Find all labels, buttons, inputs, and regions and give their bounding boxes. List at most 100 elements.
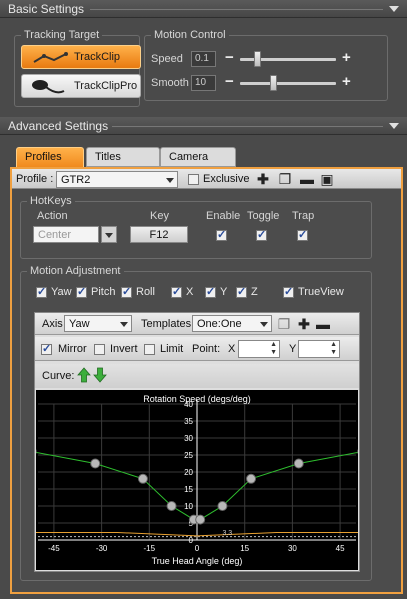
advanced-settings-title: Advanced Settings xyxy=(8,119,109,133)
add-template-icon[interactable]: ✚ xyxy=(297,317,311,331)
curve-label: Curve: xyxy=(42,370,75,382)
smooth-value[interactable]: 10 xyxy=(191,75,216,91)
speed-label: Speed xyxy=(151,53,183,65)
point-x-label: X xyxy=(228,343,236,355)
axis-checkbox-label: Roll xyxy=(136,286,155,298)
trackclip-icon xyxy=(33,52,68,63)
key-header: Key xyxy=(150,210,169,222)
point-label: Point: xyxy=(192,343,221,355)
y-tick-label: 35 xyxy=(184,417,193,426)
copy-template-icon[interactable]: ❐ xyxy=(277,317,291,331)
axis-checkbox-label: Yaw xyxy=(51,286,72,298)
basic-settings-header[interactable]: Basic Settings xyxy=(0,0,407,18)
tab-profiles[interactable]: Profiles xyxy=(16,147,84,167)
smooth-slider-thumb[interactable] xyxy=(269,75,277,91)
y-tick-label: 30 xyxy=(184,434,193,443)
spinner-icon[interactable]: ▲ ▼ xyxy=(330,341,337,357)
curve-chart-svg[interactable]: -45-30-1501530450510152025303540Rotation… xyxy=(26,390,368,570)
hotkeys-label: HotKeys xyxy=(27,195,75,207)
curve-point xyxy=(217,501,228,511)
axis-checkbox-label: X xyxy=(186,286,194,298)
axis-checkbox-y[interactable] xyxy=(205,285,216,298)
enable-header: Enable xyxy=(206,210,241,222)
trackclip-button[interactable]: TrackClip xyxy=(21,45,141,69)
invert-label: Invert xyxy=(110,343,138,355)
axis-checkbox-label: Y xyxy=(220,286,228,298)
advanced-settings-header[interactable]: Advanced Settings xyxy=(0,117,407,135)
y-tick-label: 10 xyxy=(184,502,193,511)
limit-checkbox[interactable] xyxy=(144,344,155,355)
enable-checkbox[interactable] xyxy=(216,228,227,241)
motion-adjustment-label: Motion Adjustment xyxy=(27,265,124,277)
tab-titles-label: Titles xyxy=(95,151,121,163)
exclusive-checkbox[interactable] xyxy=(188,174,199,185)
curve-chart[interactable]: -45-30-1501530450510152025303540Rotation… xyxy=(26,390,368,570)
mirror-label: Mirror xyxy=(58,343,87,355)
speed-value[interactable]: 0.1 xyxy=(191,51,216,67)
x-tick-label: -30 xyxy=(96,544,108,553)
copy-profile-icon[interactable]: ❐ xyxy=(278,172,292,186)
y-tick-label: 15 xyxy=(184,485,193,494)
templates-select[interactable]: One:One xyxy=(192,315,272,332)
action-dropdown-button[interactable] xyxy=(101,226,117,243)
axis-checkbox-roll[interactable] xyxy=(121,285,132,298)
curve-point xyxy=(137,473,148,484)
x-tick-label: 15 xyxy=(240,544,249,553)
basic-settings-title: Basic Settings xyxy=(8,2,85,16)
axis-checkbox-pitch[interactable] xyxy=(76,285,87,298)
collapse-icon[interactable] xyxy=(389,6,399,12)
chart-title: Rotation Speed (degs/deg) xyxy=(143,394,251,404)
profile-select[interactable]: GTR2 xyxy=(56,171,178,188)
axis-checkbox-yaw[interactable] xyxy=(36,285,47,298)
trackclippro-label: TrackClipPro xyxy=(74,80,138,92)
exclusive-label: Exclusive xyxy=(203,173,250,185)
axis-checkbox-z[interactable] xyxy=(236,285,247,298)
axis-select-value: Yaw xyxy=(69,318,90,330)
axis-checkbox-label: TrueView xyxy=(298,286,344,298)
trackclippro-button[interactable]: TrackClipPro xyxy=(21,74,141,98)
tracking-target-label: Tracking Target xyxy=(21,29,103,41)
save-profile-icon[interactable]: ▣ xyxy=(320,172,334,186)
curve-point xyxy=(166,501,177,511)
speed-minus-icon[interactable]: − xyxy=(225,50,234,65)
action-select[interactable]: Center xyxy=(33,226,99,243)
axis-select[interactable]: Yaw xyxy=(64,315,132,332)
tab-titles[interactable]: Titles xyxy=(86,147,160,167)
chevron-down-icon xyxy=(120,322,128,327)
key-capture-button[interactable]: F12 xyxy=(130,226,188,243)
axis-checkbox-label: Pitch xyxy=(91,286,116,298)
smooth-slider[interactable] xyxy=(240,82,336,85)
chevron-down-icon xyxy=(166,178,174,183)
remove-template-icon[interactable]: ▬ xyxy=(316,317,330,331)
axis-checkbox-trueview[interactable] xyxy=(283,285,294,298)
motion-control-group: Motion Control xyxy=(144,29,388,101)
axis-label: Axis xyxy=(42,318,63,330)
add-profile-icon[interactable]: ✚ xyxy=(256,172,270,186)
trap-header: Trap xyxy=(292,210,315,222)
toggle-header: Toggle xyxy=(247,210,280,222)
tab-camera[interactable]: Camera xyxy=(160,147,236,167)
smooth-label: Smooth xyxy=(151,77,189,89)
arrow-up-icon[interactable] xyxy=(77,367,91,383)
axis-checkbox-label: Z xyxy=(251,286,258,298)
speed-plus-icon[interactable]: + xyxy=(342,50,351,65)
chart-xlabel: True Head Angle (deg) xyxy=(152,556,243,566)
smooth-plus-icon[interactable]: + xyxy=(342,74,351,89)
invert-checkbox[interactable] xyxy=(94,344,105,355)
point-x-input[interactable]: ▲ ▼ xyxy=(238,340,280,358)
motion-control-label: Motion Control xyxy=(151,29,229,41)
tab-camera-label: Camera xyxy=(169,151,209,163)
arrow-down-icon[interactable] xyxy=(93,367,107,383)
point-y-input[interactable]: ▲ ▼ xyxy=(298,340,340,358)
x-tick-label: 0 xyxy=(195,544,200,553)
collapse-icon[interactable] xyxy=(389,123,399,129)
remove-profile-icon[interactable]: ▬ xyxy=(300,172,314,186)
mirror-checkbox[interactable] xyxy=(41,342,52,355)
x-tick-label: 45 xyxy=(336,544,345,553)
speed-slider-thumb[interactable] xyxy=(253,51,261,67)
axis-checkbox-x[interactable] xyxy=(171,285,182,298)
toggle-checkbox[interactable] xyxy=(256,228,267,241)
trap-checkbox[interactable] xyxy=(297,228,308,241)
smooth-minus-icon[interactable]: − xyxy=(225,74,234,89)
spinner-icon[interactable]: ▲ ▼ xyxy=(270,341,277,357)
